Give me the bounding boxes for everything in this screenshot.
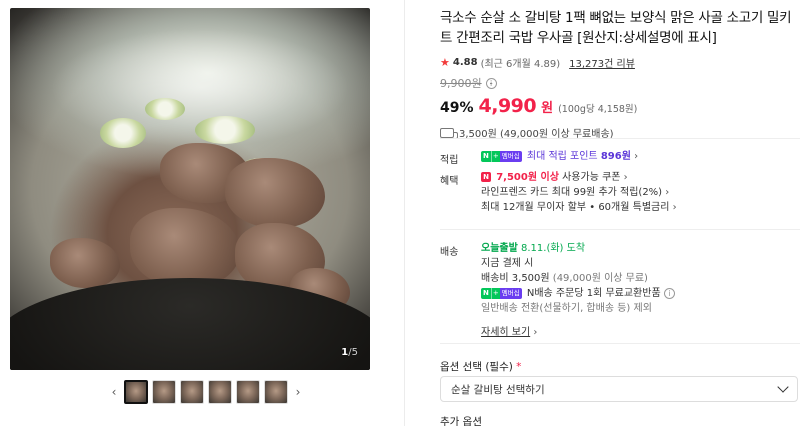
section-divider	[440, 138, 800, 139]
section-divider	[440, 343, 800, 344]
thumbnail[interactable]	[236, 380, 260, 404]
n-delivery-text: N배송 주문당 1회 무료교환반품	[526, 288, 661, 299]
arrival-date: 8.11.(화) 도착	[521, 243, 586, 254]
section-divider	[440, 229, 800, 230]
chevron-left-icon[interactable]: ‹	[108, 385, 120, 399]
today-shipping-badge: 오늘출발	[481, 243, 518, 254]
installment-text: 최대 12개월 무이자 할부 • 60개월 특별금리	[481, 202, 670, 213]
thumbnail[interactable]	[264, 380, 288, 404]
column-divider	[404, 0, 405, 426]
product-main-image[interactable]: 1/5	[10, 8, 370, 370]
detail-link-row[interactable]: 자세히 보기 ›	[481, 325, 675, 340]
thumbnail-strip: ‹ ›	[108, 378, 304, 406]
image-counter: 1/5	[341, 347, 358, 358]
chevron-right-icon: ›	[533, 327, 538, 338]
discount-rate: 49%	[440, 100, 474, 116]
npay-membership-badge: N + 멤버십	[481, 150, 522, 162]
card-benefit-line[interactable]: 라인프렌즈 카드 최대 99원 추가 적립(2%) ›	[481, 185, 677, 200]
original-price-row: 9,900원 i	[440, 75, 792, 91]
coupon-line[interactable]: N 7,500원 이상 사용가능 쿠폰 ›	[481, 170, 677, 185]
thumbnail[interactable]	[152, 380, 176, 404]
n-delivery-line[interactable]: N + 멤버십 N배송 주문당 1회 무료교환반품 i	[481, 286, 675, 301]
chevron-right-icon: ›	[672, 202, 677, 213]
option-select-value: 순살 갈비탕 선택하기	[451, 383, 545, 396]
installment-line[interactable]: 최대 12개월 무이자 할부 • 60개월 특별금리 ›	[481, 200, 677, 215]
chevron-right-icon: ›	[665, 187, 670, 198]
points-block[interactable]: N + 멤버십 최대 적립 포인트 896원 ›	[481, 149, 638, 164]
chevron-down-icon	[777, 381, 789, 393]
product-info: 극소수 순살 소 갈비탕 1팩 뼈없는 보양식 맑은 사골 소고기 밀키트 간편…	[440, 8, 792, 140]
thumbnail[interactable]	[208, 380, 232, 404]
benefits-label: 혜택	[440, 176, 459, 187]
shipping-fee: 배송비 3,500원	[481, 273, 550, 284]
beef-piece	[50, 238, 120, 288]
sale-price: 4,990	[478, 95, 537, 117]
scallion-slice	[195, 116, 255, 144]
thumbnail[interactable]	[124, 380, 148, 404]
rating-recent: (최근 6개월 4.89)	[480, 59, 561, 70]
card-benefit-text: 라인프렌즈 카드 최대 99원 추가 적립(2%)	[481, 187, 663, 198]
arrival-line: 오늘출발 8.11.(화) 도착	[481, 241, 675, 256]
counter-total: 5	[351, 347, 358, 358]
detail-link[interactable]: 자세히 보기	[481, 327, 530, 338]
chevron-right-icon: ›	[634, 151, 639, 162]
chevron-right-icon: ›	[623, 172, 628, 183]
beef-piece	[225, 158, 325, 228]
rating-row: ★ 4.88 (최근 6개월 4.89) 13,273건 리뷰	[440, 55, 792, 70]
thumbnail[interactable]	[180, 380, 204, 404]
points-text: 최대 적립 포인트	[526, 151, 598, 162]
npay-membership-badge: N + 멤버십	[481, 287, 522, 299]
shipping-fee-note: (49,000원 이상 무료)	[552, 273, 648, 284]
scallion-slice	[100, 118, 146, 148]
chevron-right-icon[interactable]: ›	[292, 385, 304, 399]
info-icon[interactable]: i	[663, 288, 675, 299]
general-delivery-note: 일반배송 전환(선물하기, 합배송 등) 제외	[481, 303, 652, 314]
product-title: 극소수 순살 소 갈비탕 1팩 뼈없는 보양식 맑은 사골 소고기 밀키트 간편…	[440, 10, 792, 46]
extra-option-label: 추가 옵션	[440, 416, 482, 426]
pay-now-text: 지금 결제 시	[481, 258, 534, 269]
required-mark: *	[516, 361, 522, 373]
rating-score: 4.88	[452, 57, 478, 68]
option-label: 옵션 선택 (필수) *	[440, 359, 521, 374]
benefits-block: N 7,500원 이상 사용가능 쿠폰 › 라인프렌즈 카드 최대 99원 추가…	[481, 170, 677, 215]
coupon-text: 사용가능 쿠폰	[562, 172, 621, 183]
naver-n-icon: N	[481, 172, 491, 182]
points-amount: 896원	[600, 151, 631, 162]
shipping-fee-line: 배송비 3,500원 (49,000원 이상 무료)	[481, 271, 675, 286]
truck-icon	[440, 127, 458, 139]
price-row: 49% 4,990 원 (100g당 4,158원)	[440, 95, 792, 117]
delivery-block: 오늘출발 8.11.(화) 도착 지금 결제 시 배송비 3,500원 (49,…	[481, 241, 675, 340]
original-price: 9,900원	[440, 77, 482, 90]
unit-price: (100g당 4,158원)	[558, 104, 638, 115]
star-icon: ★	[440, 56, 450, 69]
price-unit: 원	[541, 101, 554, 116]
points-label: 적립	[440, 155, 459, 166]
coupon-amount: 7,500원 이상	[496, 172, 559, 183]
option-label-text: 옵션 선택 (필수)	[440, 361, 513, 373]
info-icon[interactable]: i	[485, 77, 497, 89]
option-select[interactable]: 순살 갈비탕 선택하기	[440, 376, 798, 402]
beef-piece	[130, 208, 240, 288]
scallion-slice	[145, 98, 185, 120]
delivery-label: 배송	[440, 247, 459, 258]
review-count-link[interactable]: 13,273건 리뷰	[569, 55, 635, 70]
